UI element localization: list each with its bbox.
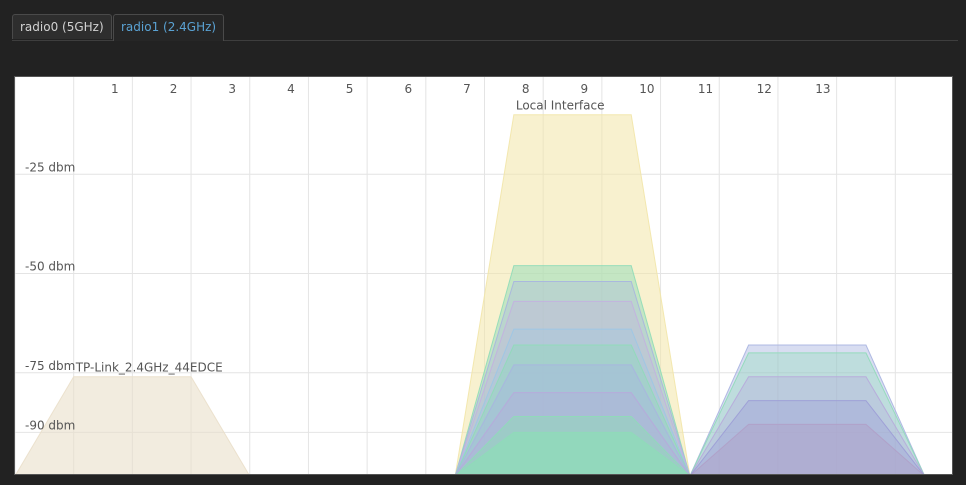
network-label: Local Interface xyxy=(516,99,605,113)
x-tick-label: 1 xyxy=(111,82,119,96)
x-tick-label: 7 xyxy=(463,82,471,96)
y-tick-label: -75 dbm xyxy=(25,359,75,373)
y-tick-label: -25 dbm xyxy=(25,160,75,174)
y-tick-label: -50 dbm xyxy=(25,260,75,274)
x-tick-label: 12 xyxy=(757,82,772,96)
x-tick-label: 11 xyxy=(698,82,713,96)
radio-tab-bar: radio0 (5GHz) radio1 (2.4GHz) xyxy=(12,14,958,41)
x-tick-label: 4 xyxy=(287,82,295,96)
x-tick-label: 3 xyxy=(228,82,236,96)
x-tick-label: 2 xyxy=(170,82,178,96)
channel-analysis-chart: 1 2 3 4 5 6 7 8 9 10 11 12 13 -25 dbm -50 dbm -75 dbm -9… xyxy=(14,76,953,475)
x-tick-label: 13 xyxy=(815,82,830,96)
x-tick-label: 9 xyxy=(581,82,589,96)
x-tick-label: 6 xyxy=(404,82,412,96)
channel-chart-svg: 1 2 3 4 5 6 7 8 9 10 11 12 13-25 dbm-50 dbm-75 dbm-9… xyxy=(15,77,952,474)
network-areas xyxy=(15,114,925,474)
x-tick-label: 10 xyxy=(639,82,654,96)
x-tick-label: 8 xyxy=(522,82,530,96)
network-label: TP-Link_2.4GHz_44EDCE xyxy=(75,361,223,375)
x-tick-label: 5 xyxy=(346,82,354,96)
y-tick-label: -90 dbm xyxy=(25,418,75,432)
tab-radio1-2-4ghz[interactable]: radio1 (2.4GHz) xyxy=(113,14,225,41)
tab-radio0-5ghz[interactable]: radio0 (5GHz) xyxy=(12,14,112,39)
